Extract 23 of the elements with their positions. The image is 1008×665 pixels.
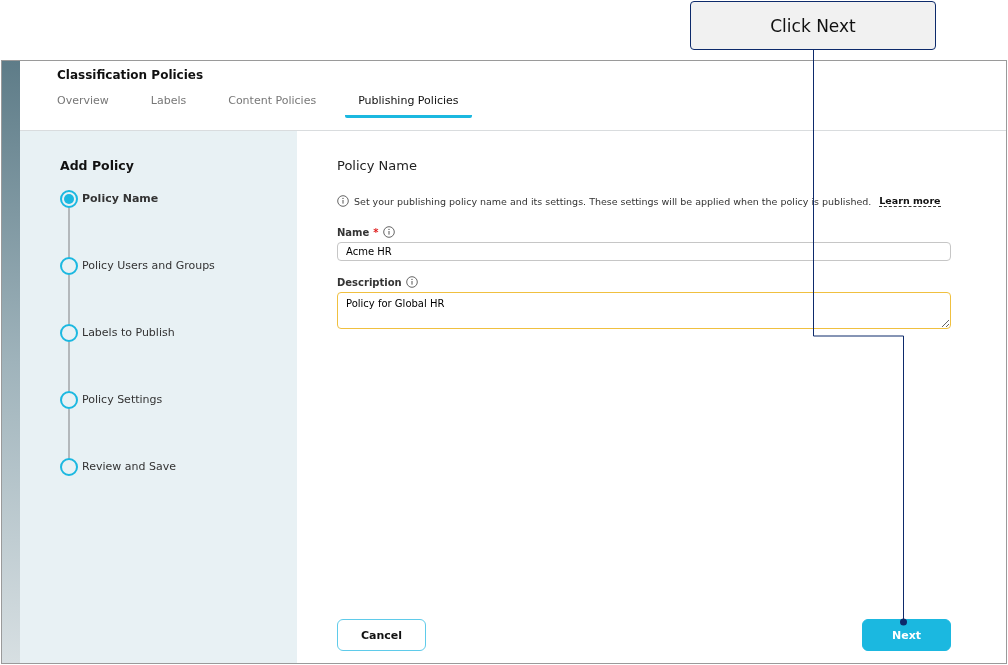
page-title: Classification Policies [57, 68, 205, 82]
tab[interactable]: Publishing Policies [345, 94, 472, 118]
step-label[interactable]: Policy Users and Groups [82, 257, 215, 275]
step-label[interactable]: Policy Name [82, 190, 159, 208]
sidebar-title: Add Policy [60, 158, 135, 173]
tab[interactable]: Labels [150, 94, 187, 118]
step-label[interactable]: Policy Settings [82, 391, 163, 409]
section-heading: Policy Name [337, 158, 418, 173]
info-icon [382, 226, 395, 238]
field-label: Description [337, 276, 402, 288]
field-label: Name [337, 226, 370, 238]
info-icon [405, 276, 418, 288]
description-field[interactable]: Policy for Global HR [337, 292, 951, 329]
name-field[interactable]: Acme HR [337, 242, 951, 261]
tab[interactable]: Content Policies [228, 94, 317, 118]
learn-more-link[interactable]: Learn more [879, 195, 941, 207]
required-mark: * [373, 226, 379, 238]
callout-box: Click Next [690, 1, 936, 50]
cancel-button[interactable]: Cancel [337, 619, 426, 651]
info-icon [337, 195, 349, 207]
step-label[interactable]: Review and Save [82, 458, 176, 476]
step-label[interactable]: Labels to Publish [82, 324, 175, 342]
tab[interactable]: Overview [57, 94, 109, 118]
